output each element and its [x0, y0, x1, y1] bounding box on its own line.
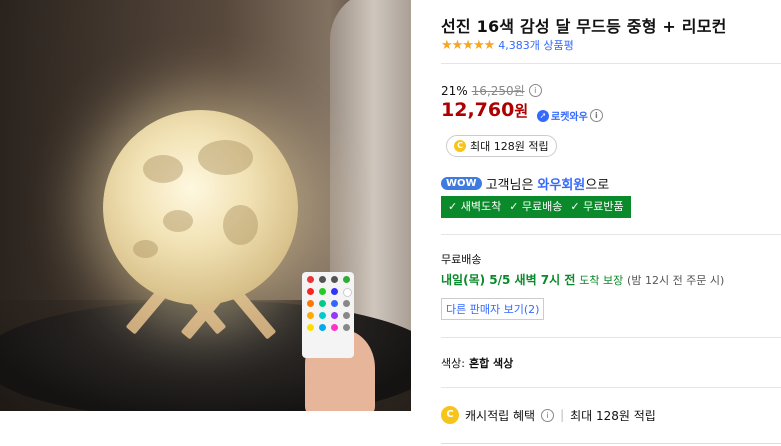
divider	[441, 63, 781, 64]
original-price: 16,250원	[471, 84, 525, 98]
rocket-wow-badge: ➚ 로켓와우 i	[537, 108, 603, 123]
product-title: 선진 16색 감성 달 무드등 중형 + 리모컨	[441, 17, 727, 36]
delivery-condition: (밤 12시 전 주문 시)	[627, 274, 725, 287]
sale-price: 12,760원	[441, 99, 528, 121]
discount-row: 21% 16,250원 i	[441, 82, 542, 99]
cashback-amount: 최대 128원 적립	[570, 408, 656, 423]
moon-lamp	[103, 110, 298, 305]
color-option-label: 색상:	[441, 357, 465, 370]
wow-membership-line: WOW 고객님은 와우회원으로	[441, 174, 609, 193]
shipping-title: 무료배송	[441, 253, 482, 266]
cash-reward-pill: C 최대 128원 적립	[446, 135, 557, 157]
wow-member-link[interactable]: 와우회원으로	[537, 174, 609, 193]
rocket-icon: ➚	[537, 109, 549, 122]
divider	[441, 443, 781, 444]
divider	[441, 387, 781, 388]
benefit-dawn-delivery: ✓ 새벽도착	[448, 200, 502, 213]
wow-badge: WOW	[441, 177, 482, 190]
sale-price-value: 12,760	[441, 99, 515, 121]
delivery-guarantee: 도착 보장	[579, 274, 624, 287]
wow-benefits: ✓ 새벽도착 ✓ 무료배송 ✓ 무료반품	[441, 196, 631, 218]
info-icon[interactable]: i	[589, 109, 603, 122]
review-count-link[interactable]: 4,383개 상품평	[498, 37, 573, 53]
cash-reward-text: 최대 128원 적립	[470, 140, 549, 153]
coin-icon: C	[441, 406, 459, 424]
info-icon[interactable]: i	[528, 84, 542, 97]
divider	[441, 234, 781, 235]
color-option-value: 혼합 색상	[468, 357, 514, 370]
currency: 원	[514, 102, 529, 120]
rating[interactable]: ★★★★★ 4,383개 상품평	[441, 37, 574, 53]
info-icon[interactable]: i	[541, 408, 555, 422]
remote-control	[302, 272, 354, 358]
coin-icon: C	[454, 140, 466, 152]
color-option[interactable]: 색상: 혼합 색상	[441, 355, 513, 371]
other-sellers-button[interactable]: 다른 판매자 보기(2)	[441, 298, 545, 320]
delivery-date: 내일(목) 5/5 새벽 7시 전 도착 보장 (밤 12시 전 주문 시)	[441, 271, 724, 288]
rocket-label: 로켓와우	[551, 112, 588, 123]
cashback-row: C 캐시적립 혜택 i | 최대 128원 적립	[441, 406, 656, 424]
divider	[441, 337, 781, 338]
star-rating-icon: ★★★★★	[441, 37, 495, 53]
benefit-free-shipping: ✓ 무료배송	[509, 200, 563, 213]
separator: |	[560, 408, 565, 422]
product-image[interactable]	[0, 0, 411, 411]
cashback-label: 캐시적립 혜택	[465, 408, 536, 423]
delivery-date-text: 내일(목) 5/5 새벽 7시 전	[441, 273, 576, 287]
benefit-free-return: ✓ 무료반품	[570, 200, 624, 213]
discount-rate: 21%	[441, 83, 468, 98]
wow-text-prefix: 고객님은	[485, 178, 534, 193]
